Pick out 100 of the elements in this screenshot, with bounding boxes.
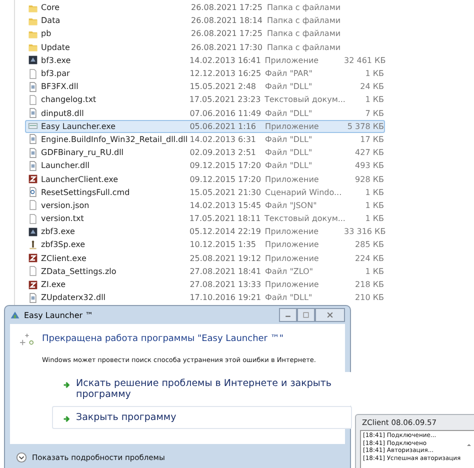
file-date: 27.08.2021 18:41 xyxy=(190,266,262,276)
file-size: 17 КБ xyxy=(359,134,384,144)
file-date: 05.06.2021 1:16 xyxy=(190,122,258,131)
file-name: changelog.txt xyxy=(41,95,98,104)
file-date: 14.02.2013 15:45 xyxy=(190,200,262,210)
file-name: ZClient.exe xyxy=(41,254,88,263)
file-name: LauncherClient.exe xyxy=(41,174,120,184)
file-type: Файл "ZLO" xyxy=(265,266,314,276)
file-row[interactable]: Data 26.08.2021 18:14 Папка с файлами xyxy=(25,14,385,28)
file-type: Файл "DLL" xyxy=(265,134,314,144)
file-date: 26.08.2021 17:25 xyxy=(191,3,264,12)
file-name: Update xyxy=(41,42,71,52)
file-row[interactable]: changelog.txt 17.05.2021 23:23 Текстовый докум... 1 КБ xyxy=(25,93,385,106)
file-row[interactable]: ResetSettingsFull.cmd 15.05.2021 21:30 Сценарий Windo... 1 КБ xyxy=(25,186,385,199)
file-row[interactable]: version.txt 17.05.2021 18:11 Текстовый докум... 1 КБ xyxy=(25,212,385,226)
file-row[interactable]: bf3.exe 14.02.2013 16:41 Приложение 32 461 КБ xyxy=(25,54,385,67)
file-row[interactable]: version.json 14.02.2013 15:45 Файл "JSON" 1 КБ xyxy=(25,198,385,212)
minimize-button[interactable] xyxy=(279,308,297,322)
soldier-icon xyxy=(28,240,38,250)
document-icon xyxy=(28,200,38,210)
file-date: 15.05.2021 2:48 xyxy=(190,82,258,92)
maximize-button[interactable] xyxy=(297,308,315,322)
file-date: 25.08.2021 19:12 xyxy=(190,254,262,263)
file-size: 1 КБ xyxy=(364,95,384,104)
file-type: Сценарий Windo... xyxy=(265,188,343,197)
close-button[interactable] xyxy=(315,308,345,322)
file-date: 26.08.2021 18:14 xyxy=(191,16,264,26)
file-date: 27.08.2021 13:33 xyxy=(190,280,262,290)
file-row[interactable]: LauncherClient.exe 09.12.2015 17:20 Приложение 928 КБ xyxy=(25,172,385,186)
file-name: BF3FX.dll xyxy=(41,82,80,92)
file-name: pb xyxy=(41,29,52,38)
file-row[interactable]: ZI.exe 27.08.2021 13:33 Приложение 218 КБ xyxy=(25,278,385,292)
file-date: 15.05.2021 21:30 xyxy=(190,188,262,197)
file-date: 17.10.2016 19:21 xyxy=(190,293,262,302)
file-name: bf3.exe xyxy=(41,56,72,65)
file-row[interactable]: bf3.par 12.12.2013 16:25 Файл "PAR" 1 КБ xyxy=(25,66,385,80)
file-row[interactable]: ZClient.exe 25.08.2021 19:12 Приложение 224 КБ xyxy=(25,252,385,265)
file-row[interactable]: zbf3Sp.exe 10.12.2015 1:35 Приложение 285 КБ xyxy=(25,238,385,252)
file-type: Приложение xyxy=(265,240,320,250)
file-row[interactable]: Engine.BuildInfo_Win32_Retail_dll.dll 14.02.2013 6:31 Файл "DLL" 17 КБ xyxy=(25,132,385,146)
document-icon xyxy=(28,214,38,224)
file-type: Папка с файлами xyxy=(267,16,342,26)
file-date: 09.12.2015 17:20 xyxy=(190,161,262,170)
file-row[interactable]: ZData_Settings.zlo 27.08.2021 18:41 Файл "ZLO" 1 КБ xyxy=(25,264,385,278)
folder-icon xyxy=(28,42,38,52)
file-type: Файл "DLL" xyxy=(265,293,314,302)
file-row[interactable]: zbf3.exe 05.12.2014 22:19 Приложение 33 316 КБ xyxy=(25,225,385,238)
file-row[interactable]: Launcher.dll 09.12.2015 17:20 Файл "DLL" 493 КБ xyxy=(25,159,385,172)
file-size: 928 КБ xyxy=(354,174,384,184)
file-row[interactable]: Core 26.08.2021 17:25 Папка с файлами xyxy=(25,1,385,14)
scroll-up-icon[interactable] xyxy=(466,442,472,448)
game-app-icon xyxy=(28,226,38,237)
file-row[interactable]: GDFBinary_ru_RU.dll 02.09.2013 2:51 Файл "DLL" 427 КБ xyxy=(25,146,385,160)
file-date: 02.09.2013 2:51 xyxy=(190,148,258,158)
file-size: 24 КБ xyxy=(359,82,384,92)
file-row[interactable]: dinput8.dll 07.06.2016 11:49 Файл "DLL" 7 КБ xyxy=(25,106,385,120)
file-size: 210 КБ xyxy=(354,293,384,302)
file-date: 07.06.2016 11:49 xyxy=(190,108,262,118)
arrow-icon xyxy=(63,381,71,389)
document-icon xyxy=(28,68,38,79)
close-icon xyxy=(326,311,334,319)
file-type: Файл "DLL" xyxy=(265,148,314,158)
file-size: 218 КБ xyxy=(354,280,384,290)
file-size: 33 316 КБ xyxy=(344,227,384,236)
file-row[interactable]: Update 26.08.2021 17:30 Папка с файлами xyxy=(25,40,385,54)
file-name: ZData_Settings.zlo xyxy=(41,266,118,276)
file-size: 1 КБ xyxy=(364,266,384,276)
file-row[interactable]: BF3FX.dll 15.05.2021 2:48 Файл "DLL" 24 КБ xyxy=(25,80,385,94)
file-date: 10.12.2015 1:35 xyxy=(190,240,258,250)
file-size: 1 КБ xyxy=(364,188,384,197)
maximize-icon xyxy=(302,311,310,319)
dialog-title: Easy Launcher ™ xyxy=(24,310,94,320)
file-name: GDFBinary_ru_RU.dll xyxy=(41,148,125,158)
command-link[interactable]: Закрыть программу xyxy=(52,406,352,429)
file-row[interactable]: ZUpdaterx32.dll 17.10.2016 19:21 Файл "DLL" 210 КБ xyxy=(25,291,385,304)
settings-file-icon xyxy=(28,82,38,92)
file-size: 285 КБ xyxy=(354,240,384,250)
z-logo-icon xyxy=(28,174,38,184)
file-date: 12.12.2013 16:25 xyxy=(190,69,262,78)
settings-file-icon xyxy=(28,134,38,144)
troubleshoot-icon xyxy=(20,332,34,346)
file-type: Файл "PAR" xyxy=(265,69,314,78)
file-size: 32 461 КБ xyxy=(344,56,384,65)
settings-file-icon xyxy=(28,108,38,118)
file-size: 5 378 КБ xyxy=(346,122,384,131)
game-app-icon xyxy=(28,55,38,66)
file-type: Файл "JSON" xyxy=(265,200,318,210)
file-row[interactable]: pb 26.08.2021 17:25 Папка с файлами xyxy=(25,27,385,41)
file-name: Engine.BuildInfo_Win32_Retail_dll.dll xyxy=(41,134,189,144)
chevron-down-icon xyxy=(16,452,27,462)
file-date: 26.08.2021 17:25 xyxy=(191,29,264,38)
file-type: Папка с файлами xyxy=(267,3,342,12)
file-type: Приложение xyxy=(265,174,320,184)
file-type: Файл "DLL" xyxy=(265,161,314,170)
file-name: Data xyxy=(41,16,62,26)
selected-file-row[interactable]: Easy Launcher.exe 05.06.2021 1:16 Приложение 5 378 КБ xyxy=(25,120,385,133)
file-name: Core xyxy=(41,3,61,12)
z-logo-icon xyxy=(28,253,38,264)
file-type: Приложение xyxy=(264,56,320,65)
file-size: 427 КБ xyxy=(354,148,384,158)
